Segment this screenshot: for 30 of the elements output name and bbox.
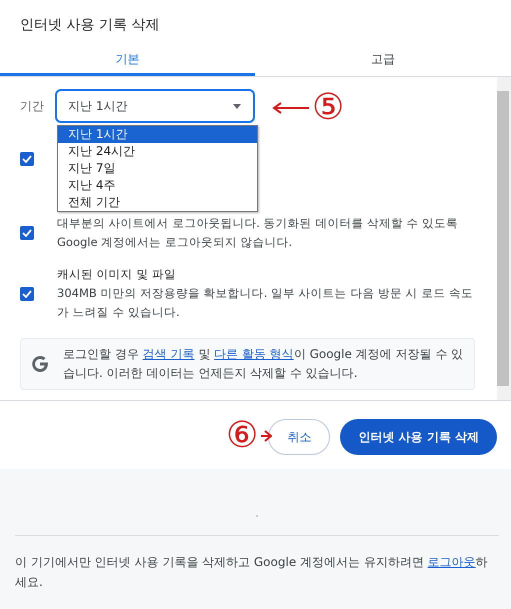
checkbox[interactable] [20,286,34,300]
option-title: 캐시된 이미지 및 파일 [57,266,177,283]
footer-text: 이 기기에서만 인터넷 사용 기록을 삭제하고 Google 계정에서는 유지하려면 로그아웃하세요. [15,554,489,591]
option-description: 대부분의 사이트에서 로그아웃됩니다. 동기화된 데이터를 삭제할 수 있도록 Google 계정에서는 로그아웃되지 않습니다. [57,215,460,251]
annotation-number: ⑥ [226,417,258,455]
dropdown-option[interactable]: 전체 기간 [58,194,257,211]
checkbox[interactable] [20,226,34,240]
tab[interactable]: 고급 [255,48,511,76]
dialog-title: 인터넷 사용 기록 삭제 [19,16,160,35]
g-logo-icon [31,355,49,373]
arrow-icon [272,102,310,114]
checkbox[interactable] [20,152,34,166]
link[interactable]: 다른 활동 형식 [214,347,294,361]
dropdown-option[interactable]: 지난 4주 [58,177,257,194]
dropdown-option[interactable]: 지난 7일 [58,160,257,177]
time-range-dropdown[interactable]: 지난 1시간 [55,89,255,123]
delete-button[interactable]: 인터넷 사용 기록 삭제 [340,419,497,455]
dropdown-option[interactable]: 지난 24시간 [58,143,257,160]
option-description: 304MB 미만의 저장용량을 확보합니다. 일부 사이트는 다음 방문 시 로드 속도가 느려질 수 있습니다. [57,285,474,321]
info-text: 로그인할 경우 검색 기록 및 다른 활동 형식 이 Google 계정에 저장될 수 있습니다. 이러한 데이터는 언제든지 삭제할 수 있습니다. [63,346,464,382]
tab[interactable]: 기본 [0,48,255,76]
scrollbar[interactable] [497,77,511,400]
cancel-button[interactable]: 취소 [268,419,330,455]
link[interactable]: 검색 기록 [142,347,194,361]
field-label: 기간 [20,98,44,114]
annotation-number: ⑤ [312,89,344,127]
arrow-icon [260,430,272,442]
link[interactable]: 로그아웃 [428,555,476,569]
dropdown-option[interactable]: 지난 1시간 [58,126,257,143]
caret-icon [233,104,241,108]
